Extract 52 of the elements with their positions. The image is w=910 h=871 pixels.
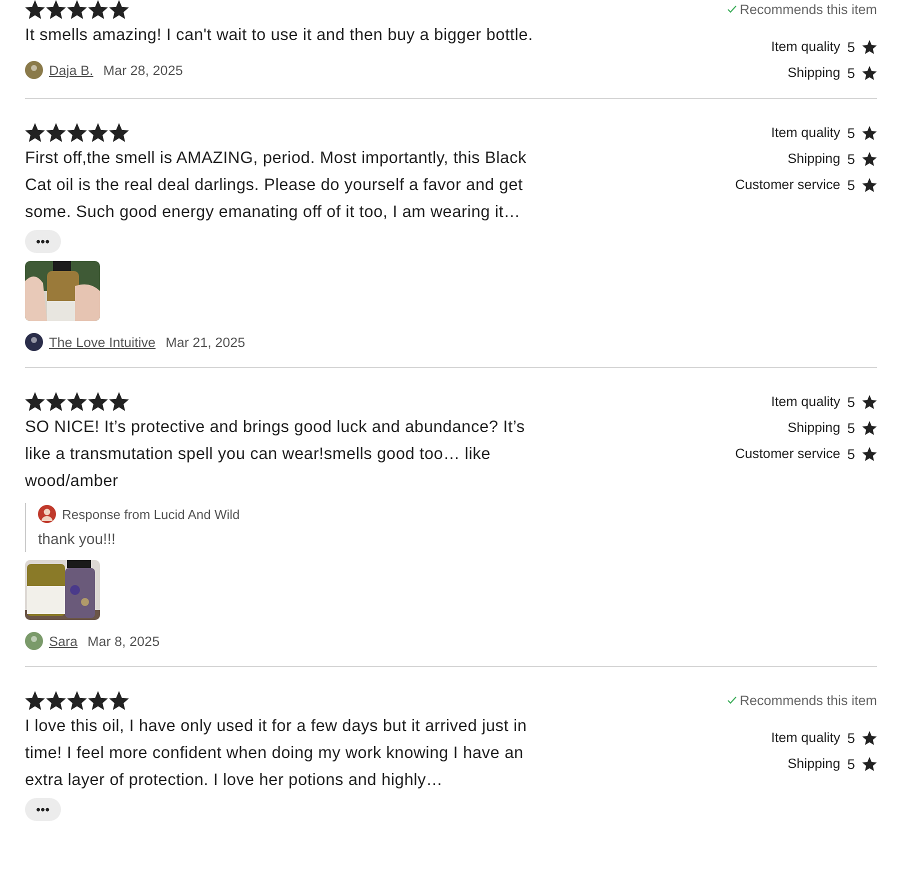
star-icon bbox=[862, 420, 877, 434]
rating-value: 5 bbox=[847, 420, 855, 436]
rating-label: Item quality bbox=[771, 394, 840, 409]
check-icon bbox=[726, 695, 737, 705]
rating-label: Shipping bbox=[788, 151, 840, 166]
star-icon bbox=[862, 756, 877, 770]
rating-label: Shipping bbox=[788, 420, 840, 435]
rating-label: Shipping bbox=[788, 756, 840, 771]
author-link[interactable]: Daja B. bbox=[49, 62, 94, 78]
star-icon bbox=[862, 66, 877, 80]
review-date: Mar 21, 2025 bbox=[166, 334, 246, 350]
review-text: First off,the smell is AMAZING, period. Most importantly, this Black Cat oil is the real deal darlings. Please do yourself a favor and get some. Such good energy emanating off of it too, I am wearing it… bbox=[25, 148, 528, 223]
avatar-icon bbox=[38, 505, 56, 523]
rating-label: Item quality bbox=[771, 39, 840, 54]
star-icon bbox=[862, 178, 877, 192]
rating-label: Shipping bbox=[788, 65, 840, 80]
review-text: I love this oil, I have only used it for a few days but it arrived just in time! I feel more confident when doing my work knowing I have an extra layer of protection. I love her potions and highly… bbox=[25, 716, 528, 791]
star-icon bbox=[862, 394, 877, 408]
rating-value: 5 bbox=[847, 124, 855, 140]
rating-value: 5 bbox=[847, 64, 855, 80]
response-author: Response from Lucid And Wild bbox=[62, 506, 240, 522]
author-link[interactable]: Sara bbox=[49, 634, 78, 648]
rating-value: 5 bbox=[847, 38, 855, 54]
star-icon bbox=[862, 730, 877, 744]
star-icon bbox=[862, 446, 877, 460]
rating-value: 5 bbox=[847, 176, 855, 192]
rating-label: Item quality bbox=[771, 125, 840, 140]
more-button[interactable]: ••• bbox=[25, 230, 61, 253]
avatar-icon bbox=[25, 632, 43, 650]
check-icon bbox=[726, 4, 737, 14]
rating-value: 5 bbox=[847, 394, 855, 410]
star-icon bbox=[862, 126, 877, 140]
recommends-label: Recommends this item bbox=[740, 692, 877, 708]
review-text: SO NICE! It’s protective and brings good luck and abundance? It’s like a transmutation spell you can wear!smells good too… like wood/amber bbox=[25, 417, 526, 492]
rating-label: Customer service bbox=[735, 177, 840, 192]
rating-value: 5 bbox=[847, 756, 855, 772]
rating-value: 5 bbox=[847, 150, 855, 166]
rating-value: 5 bbox=[847, 446, 855, 462]
rating-label: Customer service bbox=[735, 446, 840, 461]
avatar-icon bbox=[25, 61, 43, 79]
star-icon bbox=[862, 40, 877, 54]
review-date: Mar 8, 2025 bbox=[88, 634, 160, 648]
rating-value: 5 bbox=[847, 730, 855, 746]
response-text: thank you!!! bbox=[38, 531, 117, 548]
rating-label: Item quality bbox=[771, 730, 840, 745]
more-button[interactable]: ••• bbox=[25, 798, 61, 821]
review-date: Mar 28, 2025 bbox=[103, 62, 183, 78]
author-link[interactable]: The Love Intuitive bbox=[49, 334, 156, 350]
avatar-icon bbox=[25, 333, 43, 351]
recommends-label: Recommends this item bbox=[740, 2, 877, 16]
star-icon bbox=[862, 152, 877, 166]
review-text: It smells amazing! I can't wait to use it and then buy a bigger bottle. bbox=[25, 25, 534, 46]
